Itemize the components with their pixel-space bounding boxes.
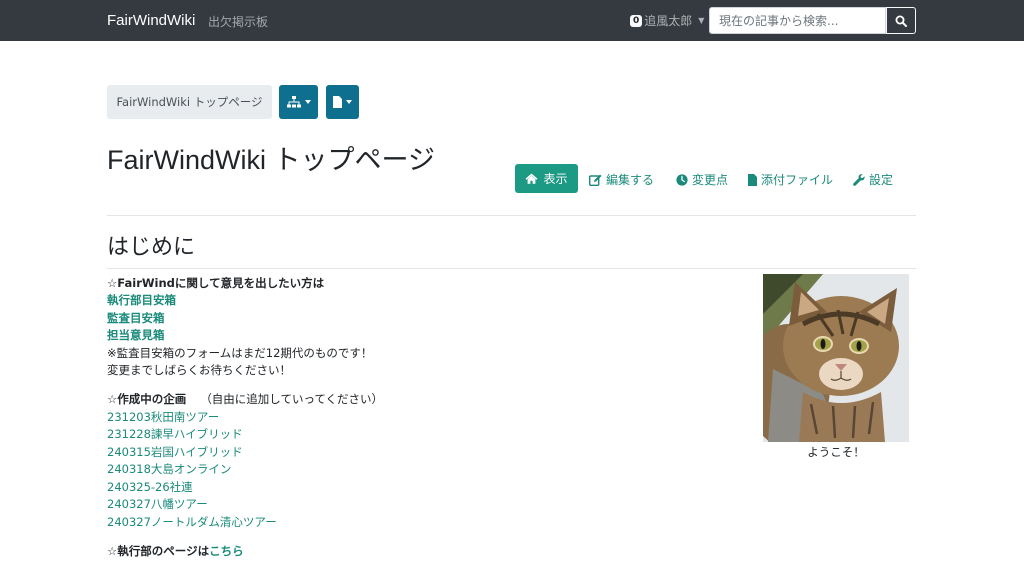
top-navbar: FairWindWiki 出欠掲示板 0 追風太郎 ▼ [0, 0, 1024, 41]
file-icon [748, 173, 757, 186]
attachments-link[interactable]: 添付ファイル [748, 171, 833, 188]
projects-heading-note: （自由に追加していってください） [200, 392, 384, 406]
page-dropdown-button[interactable] [326, 85, 359, 119]
edit-icon [589, 174, 602, 186]
project-link[interactable]: 240318大島オンライン [107, 461, 231, 477]
section-heading: はじめに [107, 234, 196, 259]
changes-link-label: 変更点 [692, 173, 729, 187]
search-input[interactable] [709, 7, 886, 34]
notification-badge: 0 [630, 14, 643, 27]
divider [107, 268, 916, 269]
project-link[interactable]: 240315岩国ハイブリッド [107, 444, 243, 460]
settings-link[interactable]: 設定 [853, 171, 893, 188]
sitemap-dropdown-button[interactable] [279, 85, 318, 119]
nav-link-attendance-board[interactable]: 出欠掲示板 [208, 13, 268, 30]
page-title: FairWindWiki トップページ [107, 145, 435, 175]
view-button[interactable]: 表示 [515, 164, 578, 193]
caret-down-icon [304, 100, 311, 104]
file-icon [333, 96, 342, 108]
attachments-link-label: 添付ファイル [761, 173, 834, 187]
user-name: 追風太郎 [644, 14, 693, 28]
edit-link[interactable]: 編集する [589, 171, 654, 188]
changes-link[interactable]: 変更点 [676, 171, 728, 188]
project-link[interactable]: 231228諫早ハイブリッド [107, 426, 243, 442]
exec-page-line: ☆執行部のページはこちら [107, 543, 244, 559]
clock-icon [676, 173, 688, 186]
settings-link-label: 設定 [869, 173, 894, 187]
project-link[interactable]: 240325-26社連 [107, 479, 193, 495]
breadcrumb-top-page-button[interactable]: FairWindWiki トップページ [107, 85, 272, 119]
search-icon [895, 15, 907, 27]
link-exec-suggestion-box[interactable]: 執行部目安箱 [107, 292, 176, 308]
user-menu[interactable]: 0 追風太郎 ▼ [630, 12, 704, 29]
brand-link[interactable]: FairWindWiki [107, 12, 195, 29]
wrench-icon [853, 173, 865, 186]
exec-page-link[interactable]: こちら [209, 544, 244, 558]
note-text: ※監査目安箱のフォームはまだ12期代のものです！ [107, 346, 373, 360]
welcome-cat-image [763, 274, 909, 442]
caret-down-icon [346, 100, 352, 104]
opinion-heading: ☆FairWindに関して意見を出したい方は [107, 276, 325, 290]
project-link[interactable]: 240327八幡ツアー [107, 496, 208, 512]
edit-link-label: 編集する [606, 173, 655, 187]
projects-heading-label: ☆作成中の企画 [107, 392, 187, 406]
project-link[interactable]: 231203秋田南ツアー [107, 409, 219, 425]
link-audit-suggestion-box[interactable]: 監査目安箱 [107, 310, 165, 326]
divider [107, 215, 916, 216]
sitemap-icon [286, 96, 301, 108]
exec-page-prefix: ☆執行部のページは [107, 544, 210, 558]
project-link[interactable]: 240327ノートルダム清心ツアー [107, 514, 277, 530]
chevron-down-icon: ▼ [698, 16, 705, 25]
view-button-label: 表示 [543, 172, 568, 186]
image-caption: ようこそ！ [807, 445, 865, 459]
note-text: 変更までしばらくお待ちください！ [107, 363, 291, 377]
home-icon [525, 173, 538, 184]
projects-heading: ☆作成中の企画 （自由に追加していってください） [107, 391, 383, 407]
link-staff-opinion-box[interactable]: 担当意見箱 [107, 327, 165, 343]
search-button[interactable] [886, 7, 916, 34]
